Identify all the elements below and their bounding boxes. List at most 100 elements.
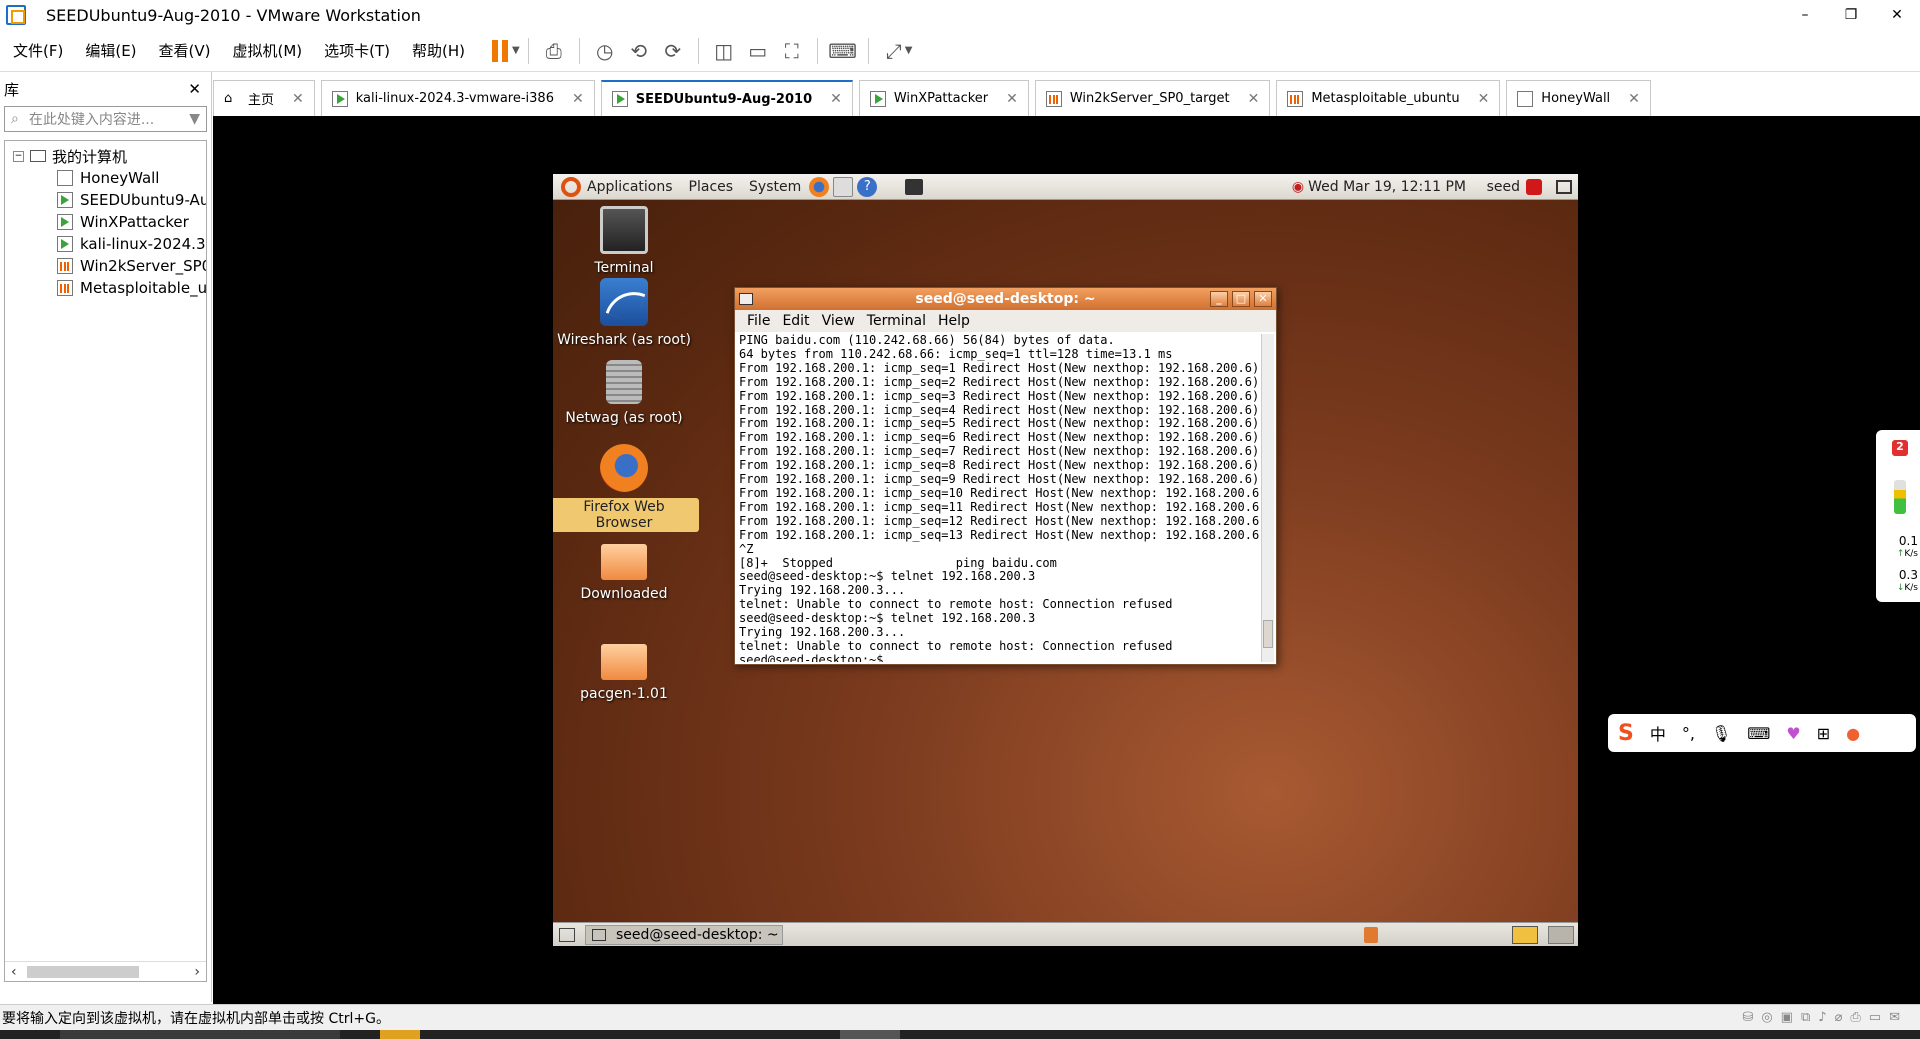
close-icon[interactable]: ✕ [830,91,842,107]
search-dropdown-icon[interactable]: ▼ [189,111,200,127]
close-window-button[interactable]: ✕ [1874,0,1920,30]
desktop-icon-pacgen[interactable]: pacgen-1.01 [553,636,699,702]
tab-kali[interactable]: kali-linux-2024.3-vmware-i386 ✕ [320,80,595,116]
usb-icon[interactable]: ⌀ [1835,1010,1843,1025]
microphone-icon[interactable]: 🎙 [1711,724,1731,743]
mascot-icon[interactable]: ● [1846,724,1860,743]
tree-horizontal-scrollbar[interactable]: ‹ › [5,961,206,981]
terminal-menu-view[interactable]: View [822,313,855,329]
firefox-launcher-icon[interactable] [809,176,830,197]
printer-icon[interactable]: ⎙ [1850,1010,1860,1025]
terminal-scroll-thumb[interactable] [1263,620,1273,648]
taskbar-terminal-button[interactable]: seed@seed-desktop: ~ [585,924,783,945]
guest-user-menu[interactable]: seed [1487,178,1542,195]
terminal-titlebar[interactable]: seed@seed-desktop: ~ _ □ ✕ [735,288,1276,310]
terminal-scrollbar[interactable] [1261,334,1274,662]
snapshot-take-button[interactable]: ◷ [588,35,622,67]
power-icon[interactable] [1526,178,1542,195]
terminal-menu-edit[interactable]: Edit [782,313,809,329]
show-library-button[interactable]: ◫ [707,35,741,67]
system-monitor-widget[interactable]: 2 0.1 ↑K/s 0.3 ↓K/s [1876,430,1920,602]
scroll-thumb[interactable] [27,966,139,978]
show-desktop-button[interactable] [559,927,575,942]
terminal-maximize-button[interactable]: □ [1232,291,1250,307]
terminal-launcher-icon[interactable] [905,178,924,195]
notification-badge[interactable]: 2 [1892,440,1908,456]
display-icon[interactable]: ▭ [1869,1010,1881,1025]
ime-punctuation-toggle[interactable]: °, [1682,724,1695,743]
collapse-icon[interactable]: − [13,150,24,162]
library-close-button[interactable]: ✕ [188,80,201,98]
stretch-dropdown-icon[interactable]: ▼ [905,45,913,56]
guest-screen[interactable]: Applications Places System ? ◉ Wed Mar 1… [553,174,1578,946]
scroll-left-icon[interactable]: ‹ [11,964,17,980]
terminal-menu-help[interactable]: Help [938,313,970,329]
thumbnail-bar-button[interactable]: ▭ [741,35,775,67]
library-search-input[interactable]: ⌕ 在此处键入内容进... ▼ [4,106,207,132]
skin-icon[interactable]: ♥ [1786,724,1800,743]
terminal-menu-file[interactable]: File [747,313,770,329]
close-icon[interactable]: ✕ [1248,91,1260,107]
tree-item-winxpattacker[interactable]: WinXPattacker [5,211,206,233]
trash-icon[interactable] [1364,926,1378,943]
snapshot-manager-button[interactable]: ⟳ [656,35,690,67]
tree-item-metasploitable[interactable]: Metasploitable_u [5,277,206,299]
workspace-1-button[interactable] [1512,925,1538,944]
tab-winxpattacker[interactable]: WinXPattacker ✕ [858,80,1029,116]
sogou-logo-icon[interactable]: S [1618,721,1634,746]
close-icon[interactable]: ✕ [1006,91,1018,107]
close-icon[interactable]: ✕ [292,91,304,107]
ime-toolbar[interactable]: S 中 °, 🎙 ⌨ ♥ ⊞ ● [1608,714,1916,752]
sound-card-icon[interactable]: ♪ [1818,1010,1826,1025]
close-icon[interactable]: ✕ [1628,91,1640,107]
terminal-close-button[interactable]: ✕ [1254,291,1272,307]
toolbox-grid-icon[interactable]: ⊞ [1817,724,1830,743]
terminal-minimize-button[interactable]: _ [1210,291,1228,307]
menu-system[interactable]: System [749,179,801,195]
menu-tabs[interactable]: 选项卡(T) [315,40,399,61]
hard-disk-icon[interactable]: ⛁ [1742,1010,1753,1025]
menu-places[interactable]: Places [689,179,734,195]
power-dropdown-icon[interactable]: ▼ [512,45,520,56]
terminal-output[interactable]: PING baidu.com (110.242.68.66) 56(84) by… [737,334,1260,662]
close-icon[interactable]: ✕ [1478,91,1490,107]
cd-rom-icon[interactable]: ◎ [1761,1010,1772,1025]
desktop-icon-wireshark[interactable]: Wireshark (as root) [553,278,699,348]
desktop-icon-downloaded[interactable]: Downloaded [553,536,699,602]
send-ctrl-alt-del-button[interactable]: ⎙ [537,35,571,67]
console-view-button[interactable]: ⌨ [826,35,860,67]
tree-root-my-computer[interactable]: − 我的计算机 [5,145,206,167]
ubuntu-logo-icon[interactable] [561,176,581,197]
message-log-icon[interactable]: ✉ [1889,1010,1900,1025]
terminal-window-icon[interactable] [739,293,753,305]
desktop-icon-terminal[interactable]: Terminal [553,206,699,276]
menu-file[interactable]: 文件(F) [4,40,72,61]
volume-icon[interactable]: ◉ [1292,179,1304,195]
tree-item-kali[interactable]: kali-linux-2024.3- [5,233,206,255]
guest-clock[interactable]: ◉ Wed Mar 19, 12:11 PM [1292,179,1466,195]
scroll-right-icon[interactable]: › [194,964,200,980]
tree-item-win2kserver[interactable]: Win2kServer_SP0 [5,255,206,277]
show-desktop-icon[interactable] [1556,179,1572,194]
tree-item-seedubuntu[interactable]: SEEDUbuntu9-Au [5,189,206,211]
mail-launcher-icon[interactable] [833,176,854,197]
minimize-button[interactable]: – [1782,0,1828,30]
tab-home[interactable]: ⌂ 主页 ✕ [213,80,315,116]
tab-metasploitable[interactable]: Metasploitable_ubuntu ✕ [1276,80,1501,116]
terminal-menu-terminal[interactable]: Terminal [867,313,926,329]
ime-mode-toggle[interactable]: 中 [1650,721,1666,745]
tree-item-honeywall[interactable]: HoneyWall [5,167,206,189]
menu-edit[interactable]: 编辑(E) [76,40,145,61]
menu-help[interactable]: 帮助(H) [403,40,474,61]
terminal-window[interactable]: seed@seed-desktop: ~ _ □ ✕ File Edit Vie… [734,287,1277,665]
desktop-icon-netwag[interactable]: Netwag (as root) [553,360,699,426]
full-screen-button[interactable]: ⛶ [775,35,809,67]
snapshot-revert-button[interactable]: ⟲ [622,35,656,67]
workspace-2-button[interactable] [1548,925,1574,944]
tab-honeywall[interactable]: HoneyWall ✕ [1506,80,1651,116]
close-icon[interactable]: ✕ [572,91,584,107]
restore-button[interactable]: ❐ [1828,0,1874,30]
desktop-icon-firefox[interactable]: Firefox Web Browser [553,444,699,532]
menu-vm[interactable]: 虚拟机(M) [224,40,312,61]
menu-applications[interactable]: Applications [587,179,673,195]
